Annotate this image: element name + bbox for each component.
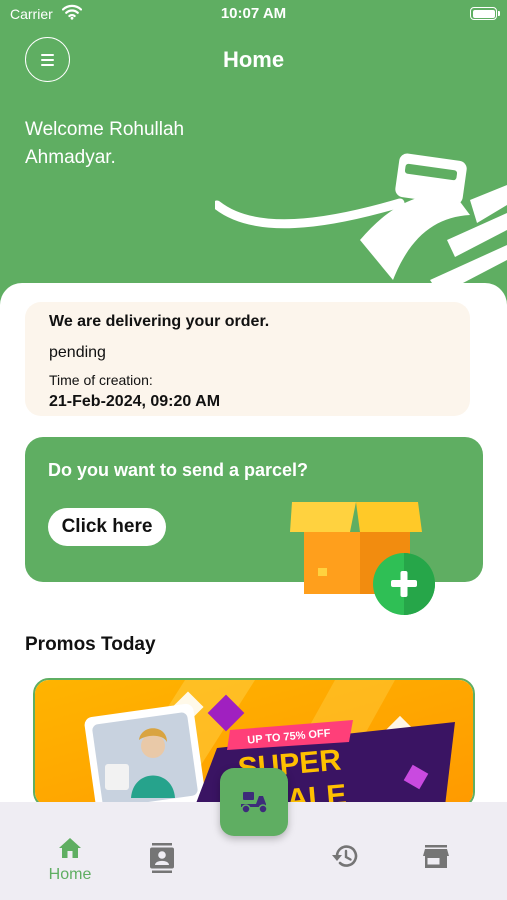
- store-icon: [423, 845, 449, 868]
- battery-icon: [470, 7, 500, 20]
- order-time-value: 21-Feb-2024, 09:20 AM: [49, 393, 221, 410]
- nav-home[interactable]: Home: [30, 802, 110, 900]
- order-time-label: Time of creation:: [49, 372, 153, 388]
- nav-home-label: Home: [48, 866, 92, 883]
- delivery-fab-button[interactable]: [220, 768, 288, 836]
- delivery-scooter-icon: [241, 792, 268, 814]
- nav-history[interactable]: [322, 802, 368, 900]
- history-icon: [332, 845, 358, 867]
- clock: 10:07 AM: [220, 5, 287, 22]
- send-parcel-question: Do you want to send a parcel?: [48, 460, 309, 480]
- nav-contacts[interactable]: [140, 802, 184, 900]
- order-status: pending: [49, 344, 106, 361]
- promos-heading: Promos Today: [25, 634, 156, 655]
- parcel-box-icon: [290, 502, 435, 615]
- send-parcel-button[interactable]: Click here: [48, 508, 166, 546]
- header: Carrier 10:07 AM Home Welcome Rohullah A…: [0, 0, 507, 320]
- nav-store[interactable]: [413, 802, 459, 900]
- contacts-icon: [150, 843, 174, 873]
- delivery-rider-illustration: [215, 153, 507, 295]
- home-icon: [59, 838, 81, 858]
- order-title: We are delivering your order.: [49, 313, 270, 330]
- order-status-card[interactable]: We are delivering your order. pending Ti…: [25, 302, 470, 416]
- page-title: Home: [222, 47, 285, 72]
- status-bar: Carrier 10:07 AM: [0, 0, 507, 28]
